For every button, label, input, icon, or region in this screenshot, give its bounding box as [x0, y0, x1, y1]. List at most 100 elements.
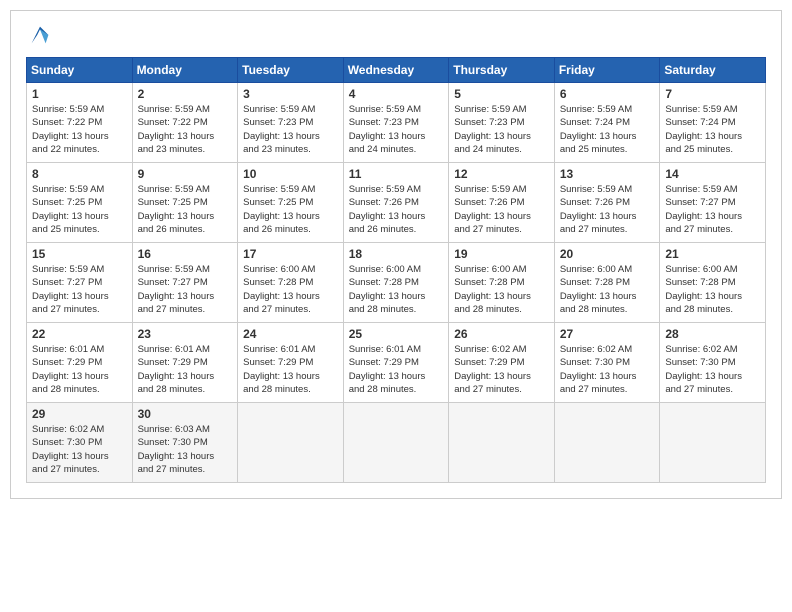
calendar-cell: 29 Sunrise: 6:02 AMSunset: 7:30 PMDayligh… [27, 403, 133, 483]
day-info: Sunrise: 6:01 AMSunset: 7:29 PMDaylight:… [138, 343, 233, 396]
day-info: Sunrise: 5:59 AMSunset: 7:26 PMDaylight:… [560, 183, 655, 236]
day-info: Sunrise: 6:01 AMSunset: 7:29 PMDaylight:… [243, 343, 338, 396]
day-number: 15 [32, 247, 127, 261]
calendar-cell: 10 Sunrise: 5:59 AMSunset: 7:25 PMDayligh… [238, 163, 344, 243]
day-info: Sunrise: 5:59 AMSunset: 7:25 PMDaylight:… [243, 183, 338, 236]
calendar-cell: 23 Sunrise: 6:01 AMSunset: 7:29 PMDayligh… [132, 323, 238, 403]
day-number: 3 [243, 87, 338, 101]
day-number: 22 [32, 327, 127, 341]
day-info: Sunrise: 5:59 AMSunset: 7:23 PMDaylight:… [243, 103, 338, 156]
calendar-cell: 14 Sunrise: 5:59 AMSunset: 7:27 PMDayligh… [660, 163, 766, 243]
day-number: 28 [665, 327, 760, 341]
day-info: Sunrise: 6:03 AMSunset: 7:30 PMDaylight:… [138, 423, 233, 476]
day-info: Sunrise: 5:59 AMSunset: 7:24 PMDaylight:… [665, 103, 760, 156]
calendar-cell: 17 Sunrise: 6:00 AMSunset: 7:28 PMDayligh… [238, 243, 344, 323]
calendar-cell: 8 Sunrise: 5:59 AMSunset: 7:25 PMDaylight… [27, 163, 133, 243]
calendar-cell: 30 Sunrise: 6:03 AMSunset: 7:30 PMDayligh… [132, 403, 238, 483]
calendar-cell: 16 Sunrise: 5:59 AMSunset: 7:27 PMDayligh… [132, 243, 238, 323]
calendar-header-sunday: Sunday [27, 58, 133, 83]
day-number: 8 [32, 167, 127, 181]
calendar-cell: 24 Sunrise: 6:01 AMSunset: 7:29 PMDayligh… [238, 323, 344, 403]
logo-icon [26, 21, 54, 49]
day-info: Sunrise: 5:59 AMSunset: 7:22 PMDaylight:… [138, 103, 233, 156]
calendar-header-wednesday: Wednesday [343, 58, 449, 83]
calendar-week-2: 8 Sunrise: 5:59 AMSunset: 7:25 PMDaylight… [27, 163, 766, 243]
day-number: 27 [560, 327, 655, 341]
day-number: 17 [243, 247, 338, 261]
day-number: 14 [665, 167, 760, 181]
calendar-cell: 25Sunrise: 6:01 AMSunset: 7:29 PMDayligh… [343, 323, 449, 403]
calendar: SundayMondayTuesdayWednesdayThursdayFrid… [26, 57, 766, 483]
calendar-cell: 15 Sunrise: 5:59 AMSunset: 7:27 PMDayligh… [27, 243, 133, 323]
day-info: Sunrise: 5:59 AMSunset: 7:25 PMDaylight:… [138, 183, 233, 236]
day-info: Sunrise: 5:59 AMSunset: 7:27 PMDaylight:… [665, 183, 760, 236]
calendar-cell: 7 Sunrise: 5:59 AMSunset: 7:24 PMDaylight… [660, 83, 766, 163]
day-number: 7 [665, 87, 760, 101]
day-info: Sunrise: 5:59 AMSunset: 7:24 PMDaylight:… [560, 103, 655, 156]
day-info: Sunrise: 6:02 AMSunset: 7:29 PMDaylight:… [454, 343, 549, 396]
calendar-week-4: 22 Sunrise: 6:01 AMSunset: 7:29 PMDayligh… [27, 323, 766, 403]
day-number: 10 [243, 167, 338, 181]
day-info: Sunrise: 5:59 AMSunset: 7:27 PMDaylight:… [32, 263, 127, 316]
day-info: Sunrise: 6:02 AMSunset: 7:30 PMDaylight:… [560, 343, 655, 396]
calendar-cell: 12 Sunrise: 5:59 AMSunset: 7:26 PMDayligh… [449, 163, 555, 243]
calendar-week-1: 1 Sunrise: 5:59 AMSunset: 7:22 PMDaylight… [27, 83, 766, 163]
calendar-cell [554, 403, 660, 483]
day-info: Sunrise: 6:01 AMSunset: 7:29 PMDaylight:… [32, 343, 127, 396]
day-info: Sunrise: 5:59 AMSunset: 7:25 PMDaylight:… [32, 183, 127, 236]
calendar-week-3: 15 Sunrise: 5:59 AMSunset: 7:27 PMDayligh… [27, 243, 766, 323]
day-info: Sunrise: 5:59 AMSunset: 7:23 PMDaylight:… [349, 103, 444, 156]
calendar-cell: 22 Sunrise: 6:01 AMSunset: 7:29 PMDayligh… [27, 323, 133, 403]
day-number: 6 [560, 87, 655, 101]
day-number: 4 [349, 87, 444, 101]
calendar-cell: 5 Sunrise: 5:59 AMSunset: 7:23 PMDaylight… [449, 83, 555, 163]
calendar-week-5: 29 Sunrise: 6:02 AMSunset: 7:30 PMDayligh… [27, 403, 766, 483]
calendar-cell: 26 Sunrise: 6:02 AMSunset: 7:29 PMDayligh… [449, 323, 555, 403]
calendar-cell [660, 403, 766, 483]
day-info: Sunrise: 5:59 AMSunset: 7:23 PMDaylight:… [454, 103, 549, 156]
day-number: 11 [349, 167, 444, 181]
day-info: Sunrise: 5:59 AMSunset: 7:22 PMDaylight:… [32, 103, 127, 156]
calendar-header-row: SundayMondayTuesdayWednesdayThursdayFrid… [27, 58, 766, 83]
day-number: 26 [454, 327, 549, 341]
calendar-cell [449, 403, 555, 483]
day-number: 29 [32, 407, 127, 421]
day-info: Sunrise: 6:02 AMSunset: 7:30 PMDaylight:… [665, 343, 760, 396]
day-info: Sunrise: 6:00 AMSunset: 7:28 PMDaylight:… [243, 263, 338, 316]
day-number: 23 [138, 327, 233, 341]
day-number: 24 [243, 327, 338, 341]
day-info: Sunrise: 6:00 AMSunset: 7:28 PMDaylight:… [454, 263, 549, 316]
day-number: 16 [138, 247, 233, 261]
calendar-header-saturday: Saturday [660, 58, 766, 83]
day-number: 19 [454, 247, 549, 261]
calendar-cell: 6 Sunrise: 5:59 AMSunset: 7:24 PMDaylight… [554, 83, 660, 163]
day-number: 30 [138, 407, 233, 421]
day-number: 13 [560, 167, 655, 181]
day-info: Sunrise: 6:00 AMSunset: 7:28 PMDaylight:… [665, 263, 760, 316]
calendar-header-tuesday: Tuesday [238, 58, 344, 83]
day-info: Sunrise: 5:59 AMSunset: 7:26 PMDaylight:… [349, 183, 444, 236]
day-number: 18 [349, 247, 444, 261]
day-number: 12 [454, 167, 549, 181]
calendar-header-friday: Friday [554, 58, 660, 83]
calendar-cell: 2 Sunrise: 5:59 AMSunset: 7:22 PMDaylight… [132, 83, 238, 163]
calendar-cell: 27 Sunrise: 6:02 AMSunset: 7:30 PMDayligh… [554, 323, 660, 403]
calendar-cell: 11 Sunrise: 5:59 AMSunset: 7:26 PMDayligh… [343, 163, 449, 243]
day-number: 2 [138, 87, 233, 101]
day-info: Sunrise: 5:59 AMSunset: 7:26 PMDaylight:… [454, 183, 549, 236]
header [26, 21, 766, 49]
calendar-cell: 20 Sunrise: 6:00 AMSunset: 7:28 PMDayligh… [554, 243, 660, 323]
day-info: Sunrise: 6:00 AMSunset: 7:28 PMDaylight:… [560, 263, 655, 316]
calendar-cell: 3 Sunrise: 5:59 AMSunset: 7:23 PMDaylight… [238, 83, 344, 163]
day-number: 25 [349, 327, 444, 341]
calendar-header-thursday: Thursday [449, 58, 555, 83]
calendar-cell: 4 Sunrise: 5:59 AMSunset: 7:23 PMDaylight… [343, 83, 449, 163]
calendar-header-monday: Monday [132, 58, 238, 83]
day-info: Sunrise: 5:59 AMSunset: 7:27 PMDaylight:… [138, 263, 233, 316]
page: SundayMondayTuesdayWednesdayThursdayFrid… [10, 10, 782, 499]
day-number: 20 [560, 247, 655, 261]
calendar-cell [343, 403, 449, 483]
day-number: 5 [454, 87, 549, 101]
day-info: Sunrise: 6:02 AMSunset: 7:30 PMDaylight:… [32, 423, 127, 476]
day-number: 1 [32, 87, 127, 101]
